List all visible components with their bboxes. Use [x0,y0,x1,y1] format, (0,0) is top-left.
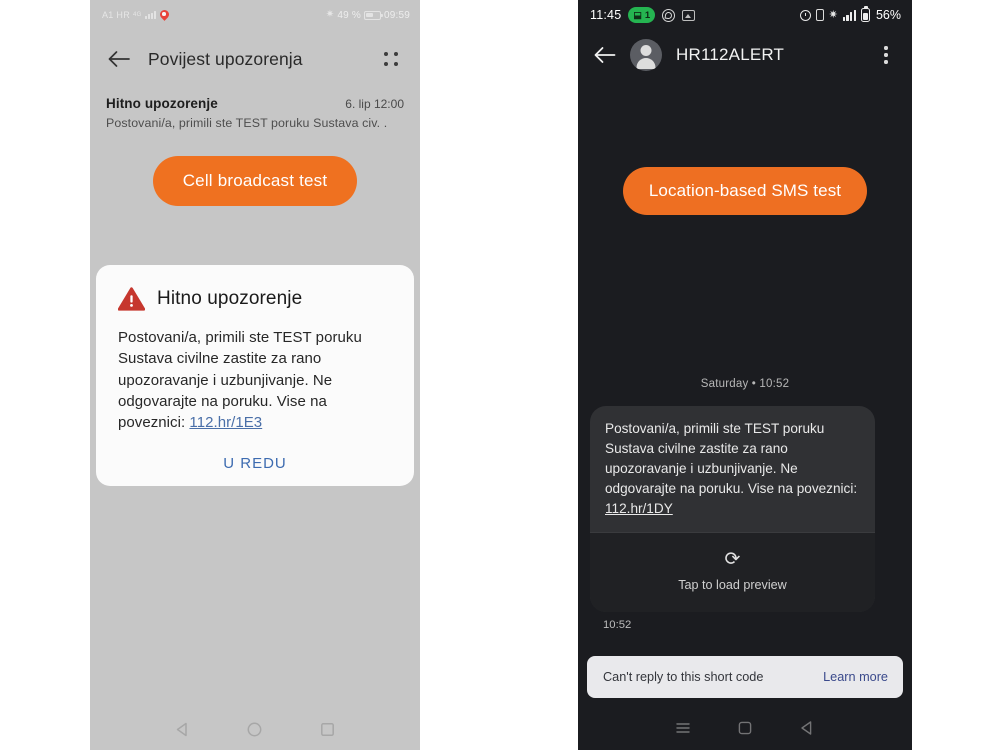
alert-item-title: Hitno upozorenje [106,96,218,111]
cell-broadcast-test-button[interactable]: Cell broadcast test [152,156,358,206]
badge-glyph: ⬓ [633,9,642,20]
alert-list-item[interactable]: Hitno upozorenje 6. lip 12:00 Postovani/… [90,88,420,130]
message-text: Postovani/a, primili ste TEST poruku Sus… [590,406,875,532]
alert-item-timestamp: 6. lip 12:00 [345,97,404,111]
nav-home-square-icon[interactable] [736,719,754,742]
dialog-header: Hitno upozorenje [117,287,392,311]
screenshot-root: A1 HR 4G ✷ 49 % 09:59 Povijest upozorenj… [0,0,1000,750]
signal-bars-icon [144,11,156,19]
location-based-sms-test-button[interactable]: Location-based SMS test [622,167,868,215]
bluetooth-icon: ✷ [828,8,838,21]
signal-bars-icon [842,9,856,21]
right-phone-screen: 11:45 ⬓ 1 ✷ 56% HR112ALERT Location-base… [578,0,912,750]
bluetooth-icon: ✷ [325,9,335,20]
badge-count: 1 [644,9,651,21]
learn-more-link[interactable]: Learn more [823,670,888,684]
emergency-alert-dialog: Hitno upozorenje Postovani/a, primili st… [96,265,414,487]
left-nav-bar [90,714,420,750]
right-app-bar: HR112ALERT [578,30,912,80]
location-pin-icon [159,10,170,21]
message-bubble[interactable]: Postovani/a, primili ste TEST poruku Sus… [590,406,875,612]
nav-home-circle-icon[interactable] [246,721,263,743]
network-type-label: 4G [133,12,142,18]
nav-back-triangle-icon[interactable] [174,721,191,743]
data-saver-badge-icon: ⬓ 1 [628,7,656,23]
right-status-left-group: 11:45 ⬓ 1 [590,7,696,23]
battery-icon [363,10,383,20]
left-phone-screen: A1 HR 4G ✷ 49 % 09:59 Povijest upozorenj… [90,0,420,750]
left-app-bar: Povijest upozorenja [90,30,420,88]
vibrate-icon [815,9,824,21]
left-cta-container: Cell broadcast test [90,156,420,206]
left-status-right-group: ✷ 49 % 09:59 [326,10,410,21]
warning-triangle-icon [117,287,146,311]
dialog-ok-button[interactable]: U REDU [223,455,287,472]
battery-icon [860,5,870,22]
more-options-icon[interactable] [874,41,898,69]
right-status-right-group: ✷ 56% [799,5,901,22]
short-code-notice-bar: Can't reply to this short code Learn mor… [587,656,903,698]
back-arrow-icon[interactable] [590,40,620,70]
message-timestamp: 10:52 [603,618,632,631]
alert-item-header: Hitno upozorenje 6. lip 12:00 [106,96,404,111]
status-clock: 09:59 [383,9,410,21]
nav-recents-lines-icon[interactable] [674,719,692,742]
message-link[interactable]: 112.hr/1DY [605,501,673,516]
load-preview-panel[interactable]: ⟳ Tap to load preview [590,531,875,612]
status-clock: 11:45 [590,8,622,22]
dialog-body: Postovani/a, primili ste TEST poruku Sus… [118,327,392,433]
right-status-bar: 11:45 ⬓ 1 ✷ 56% [578,0,912,30]
contact-avatar[interactable] [630,39,662,71]
photos-icon [682,9,696,21]
load-preview-label: Tap to load preview [678,577,787,592]
right-nav-bar [578,710,912,750]
right-cta-container: Location-based SMS test [578,167,912,215]
message-row: Postovani/a, primili ste TEST poruku Sus… [578,406,912,631]
whatsapp-icon [662,8,676,22]
conversation-title: HR112ALERT [676,45,785,64]
message-body-text: Postovani/a, primili ste TEST poruku Sus… [605,421,858,496]
page-title: Povijest upozorenja [148,48,303,69]
refresh-icon: ⟳ [724,548,741,570]
battery-percent-label: 56% [875,8,901,22]
conversation-day-stamp: Saturday • 10:52 [700,378,790,390]
short-code-message: Can't reply to this short code [603,670,764,684]
dialog-title: Hitno upozorenje [157,288,303,309]
nav-back-triangle-icon[interactable] [798,719,816,742]
nav-recents-square-icon[interactable] [319,721,336,743]
battery-percent-label: 49 % [337,9,361,21]
alarm-icon [799,9,811,21]
more-options-icon[interactable] [378,46,404,72]
dialog-link[interactable]: 112.hr/1E3 [189,414,262,431]
left-status-left-group: A1 HR 4G [102,10,170,21]
back-arrow-icon[interactable] [104,44,134,74]
left-status-bar: A1 HR 4G ✷ 49 % 09:59 [90,0,420,30]
alert-item-preview: Postovani/a, primili ste TEST poruku Sus… [106,116,388,130]
carrier-label: A1 HR [102,10,131,20]
dialog-actions: U REDU [118,455,392,472]
